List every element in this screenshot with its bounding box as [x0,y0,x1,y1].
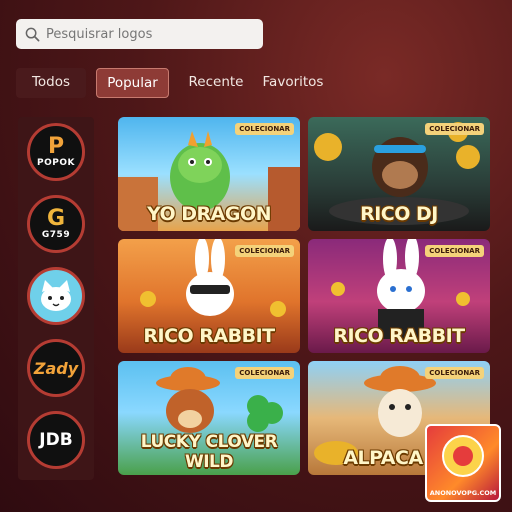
game-card-rico-dj[interactable]: COLECIONAR RICO DJ [308,117,490,231]
game-title: RICO RABBIT [333,325,465,347]
jdb-label: JDB [39,430,73,450]
g759-mark: G [46,206,66,231]
game-card-rico-rabbit-2[interactable]: COLECIONAR RICO RABBIT [308,239,490,353]
collect-badge: COLECIONAR [425,367,484,379]
search-input[interactable] [46,26,256,42]
tab-todos[interactable]: Todos [16,68,86,98]
g759-label: G759 [41,230,71,240]
game-card-yo-dragon[interactable]: COLECIONAR YO DRAGON [118,117,300,231]
watermark-text: ANONOVOPG.COM [429,489,497,497]
collect-badge: COLECIONAR [235,367,294,379]
game-title: LUCKY CLOVER WILD [140,432,278,472]
search-icon [25,27,40,41]
provider-logo-zady[interactable]: Zady [27,339,85,397]
game-title: RICO RABBIT [143,325,275,347]
provider-logo-jdb[interactable]: JDB [27,411,85,469]
popok-label: POPOK [37,158,75,168]
watermark-logo: ANONOVOPG.COM [425,424,501,502]
collect-badge: COLECIONAR [235,123,294,135]
tab-recente[interactable]: Recente [186,68,246,98]
provider-sidebar: P POPOK G G759 Zady JDB [18,117,94,480]
game-card-lucky-clover-wild[interactable]: COLECIONAR LUCKY CLOVER WILD [118,361,300,475]
collect-badge: COLECIONAR [235,245,294,257]
watermark-emblem-icon [442,435,484,477]
provider-logo-cat[interactable] [27,267,85,325]
game-card-rico-rabbit-1[interactable]: COLECIONAR RICO RABBIT [118,239,300,353]
collect-badge: COLECIONAR [425,245,484,257]
search-bar[interactable] [16,19,263,49]
popok-mark: P [47,134,65,159]
cat-face-icon [41,280,71,311]
provider-logo-popok[interactable]: P POPOK [27,123,85,181]
provider-logo-g759[interactable]: G G759 [27,195,85,253]
tab-favoritos[interactable]: Favoritos [260,68,326,98]
collect-badge: COLECIONAR [425,123,484,135]
game-title: RICO DJ [360,203,438,225]
zady-label: Zady [33,358,79,378]
tab-popular[interactable]: Popular [96,68,169,98]
game-title: YO DRAGON [146,203,272,225]
